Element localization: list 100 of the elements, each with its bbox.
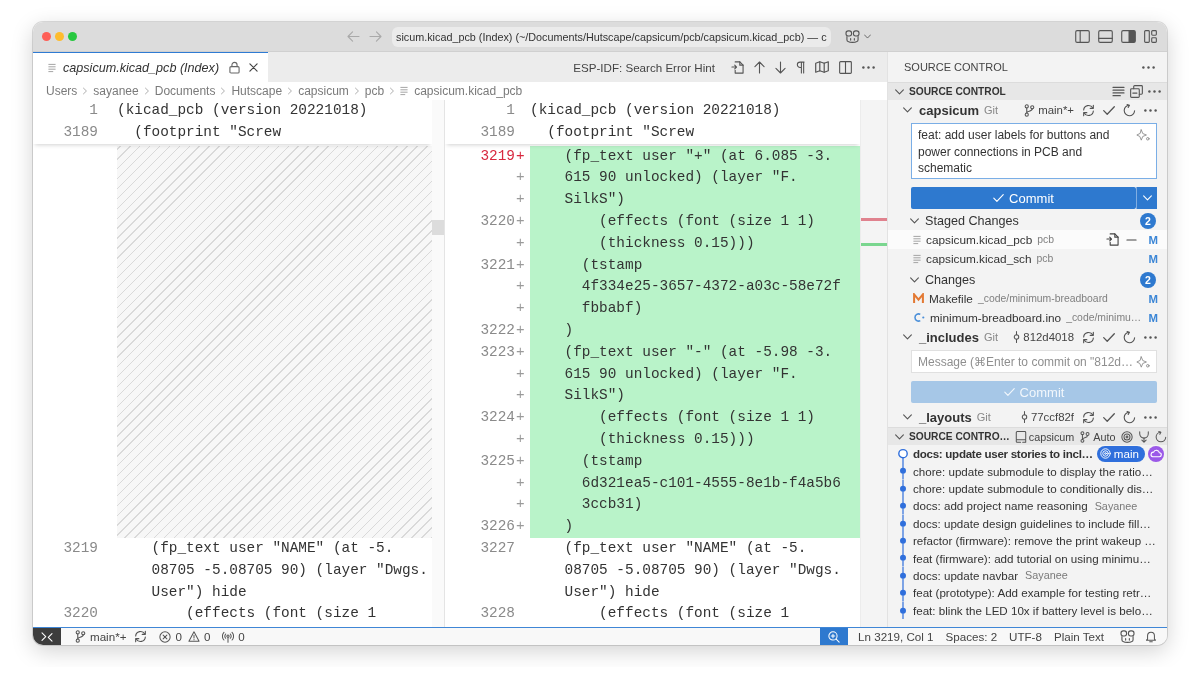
chevron-down-icon[interactable] bbox=[910, 217, 919, 224]
branch-picker-button[interactable]: Auto bbox=[1079, 430, 1116, 443]
file-arrow-icon[interactable] bbox=[1105, 233, 1119, 246]
repo-provider: Git bbox=[984, 104, 999, 116]
commit-message[interactable]: chore: update submodule to display the ratio… bbox=[913, 464, 1153, 478]
map-icon[interactable] bbox=[815, 61, 829, 73]
commit-message[interactable]: feat (prototype): Add example for testing retr… bbox=[913, 586, 1152, 600]
target-icon[interactable] bbox=[1120, 430, 1133, 443]
file-item[interactable]: capsicum.kicad_sch pcb M bbox=[888, 249, 1167, 268]
refresh-icon[interactable] bbox=[1123, 330, 1136, 344]
command-center[interactable]: sicum.kicad_pcb (Index) (~/Documents/Hutscape/capsicum/pcb/capsicum.kicad_pcb) — c bbox=[392, 26, 831, 47]
fork-arrow-icon[interactable] bbox=[1137, 430, 1150, 443]
scrollbar-thumb[interactable] bbox=[432, 220, 444, 235]
pilcrow-icon[interactable] bbox=[796, 60, 805, 74]
breadcrumb-item[interactable]: capsicum bbox=[298, 84, 349, 98]
zoom-button[interactable] bbox=[820, 628, 849, 645]
chevron-down-icon[interactable] bbox=[895, 433, 904, 440]
arrow-up-icon[interactable] bbox=[754, 60, 765, 74]
breadcrumb-item[interactable]: capsicum.kicad_pcb bbox=[400, 84, 523, 98]
group-label[interactable]: Changes bbox=[925, 272, 976, 287]
robot-face-icon[interactable] bbox=[1120, 630, 1135, 643]
commit-message[interactable]: docs: update navbar bbox=[913, 568, 1019, 582]
tiles-icon[interactable] bbox=[1144, 30, 1157, 43]
check-icon[interactable] bbox=[1103, 412, 1115, 422]
file-arrow-icon[interactable] bbox=[731, 60, 744, 74]
right-panel-icon[interactable] bbox=[1121, 30, 1136, 43]
lock-icon[interactable] bbox=[229, 61, 241, 74]
list-icon[interactable] bbox=[1112, 86, 1125, 97]
more-icon[interactable] bbox=[1142, 65, 1155, 69]
commit-message[interactable]: docs: update design guidelines to include fill… bbox=[913, 516, 1151, 530]
chevron-down-icon[interactable] bbox=[903, 107, 912, 113]
code-line: (kicad_pcb (version 20221018) bbox=[530, 101, 782, 120]
breadcrumb-item[interactable]: Hutscape bbox=[231, 84, 283, 98]
more-icon[interactable] bbox=[1144, 415, 1157, 419]
commit-message[interactable]: refactor (firmware): remove the print wakeup … bbox=[913, 534, 1156, 548]
file-item[interactable]: capsicum.kicad_pcb pcb M bbox=[888, 230, 1167, 249]
commit-message[interactable]: feat: blink the LED 10x if battery level is belo… bbox=[913, 603, 1153, 617]
bell-icon[interactable] bbox=[1145, 630, 1157, 643]
left-panel-icon[interactable] bbox=[1075, 30, 1090, 43]
more-icon[interactable] bbox=[1144, 108, 1157, 112]
robot-face-icon[interactable] bbox=[844, 30, 860, 43]
chevron-down-icon[interactable] bbox=[910, 276, 919, 283]
commit-message[interactable]: docs: add project name reasoning bbox=[913, 499, 1088, 513]
commit-ref-button[interactable]: 77ccf82f bbox=[1020, 411, 1074, 423]
breadcrumb-item[interactable]: pcb bbox=[364, 84, 385, 98]
commit-message-field[interactable]: Message (⌘Enter to commit on "812d… bbox=[911, 350, 1157, 373]
arrow-down-icon[interactable] bbox=[775, 60, 786, 74]
remote-button[interactable] bbox=[33, 628, 61, 645]
encoding-button[interactable]: UTF-8 bbox=[1003, 628, 1048, 645]
minus-icon[interactable] bbox=[1125, 238, 1137, 241]
sync-icon[interactable] bbox=[1082, 330, 1095, 344]
file-item[interactable]: Makefile _code/minimum-breadboard M bbox=[888, 289, 1167, 308]
group-label[interactable]: Staged Changes bbox=[925, 213, 1019, 228]
breadcrumb-item[interactable]: sayanee bbox=[93, 84, 139, 98]
commit-ref-button[interactable]: 812d4018 bbox=[1013, 331, 1074, 343]
check-icon[interactable] bbox=[1103, 105, 1115, 115]
file-path: pcb bbox=[1036, 253, 1054, 264]
refresh-icon[interactable] bbox=[1123, 103, 1136, 117]
chevron-down-icon[interactable] bbox=[903, 414, 912, 420]
warnings-button[interactable]: 0 bbox=[187, 628, 217, 645]
refresh-icon[interactable] bbox=[1154, 430, 1167, 443]
line-number: 1 bbox=[505, 101, 515, 120]
breadcrumb-item[interactable]: Users bbox=[46, 84, 78, 98]
repository-picker-button[interactable]: capsicum bbox=[1014, 430, 1075, 443]
stacked-squares-icon[interactable] bbox=[1130, 85, 1143, 98]
chevron-down-icon[interactable] bbox=[895, 88, 904, 95]
more-icon[interactable] bbox=[1148, 90, 1161, 93]
code-line: (footprint "Screw bbox=[133, 122, 283, 142]
commit-dropdown-button[interactable] bbox=[1136, 187, 1157, 209]
more-icon[interactable] bbox=[1144, 335, 1157, 339]
ports-button[interactable]: 0 bbox=[216, 628, 251, 645]
letter-c-icon bbox=[913, 312, 925, 323]
breadcrumb-item[interactable]: Documents bbox=[154, 84, 216, 98]
check-icon[interactable] bbox=[1103, 332, 1115, 342]
indentation-button[interactable]: Spaces: 2 bbox=[939, 628, 1004, 645]
line-number: 3224 bbox=[479, 408, 515, 428]
commit-message[interactable]: feat (firmware): add tutorial on using minimu… bbox=[913, 551, 1151, 565]
branch-button[interactable]: main*+ bbox=[69, 628, 133, 645]
file-item[interactable]: minimum-breadboard.ino _code/minimu… M bbox=[888, 308, 1167, 327]
errors-button[interactable]: 0 bbox=[153, 628, 188, 645]
chevron-down-icon[interactable] bbox=[903, 334, 912, 340]
sync-icon[interactable] bbox=[1082, 410, 1095, 424]
search-error-hint-button[interactable]: ESP-IDF: Search Error Hint bbox=[573, 60, 715, 74]
file-status: M bbox=[1148, 252, 1158, 265]
more-icon[interactable] bbox=[862, 65, 875, 69]
refresh-icon[interactable] bbox=[1123, 410, 1136, 424]
language-button[interactable]: Plain Text bbox=[1047, 628, 1110, 645]
branch-button[interactable]: main*+ bbox=[1024, 103, 1074, 117]
sync-icon[interactable] bbox=[1082, 103, 1095, 117]
commit-button[interactable]: Commit bbox=[911, 187, 1136, 209]
editor-tab[interactable]: capsicum.kicad_pcb (Index) bbox=[33, 52, 269, 82]
diff-marker: + bbox=[515, 190, 526, 210]
cursor-position-button[interactable]: Ln 3219, Col 1 bbox=[852, 628, 940, 645]
commit-message-field[interactable]: feat: add user labels for buttons and power connections in PCB and schematic bbox=[911, 123, 1157, 179]
close-icon[interactable] bbox=[249, 63, 259, 72]
split-view-icon[interactable] bbox=[839, 60, 852, 74]
sync-icon[interactable] bbox=[134, 630, 148, 643]
bottom-panel-icon[interactable] bbox=[1098, 30, 1113, 43]
commit-message[interactable]: docs: update user stories to incl… bbox=[913, 447, 1093, 461]
commit-message[interactable]: chore: update submodule to conditionally dis… bbox=[913, 481, 1154, 495]
